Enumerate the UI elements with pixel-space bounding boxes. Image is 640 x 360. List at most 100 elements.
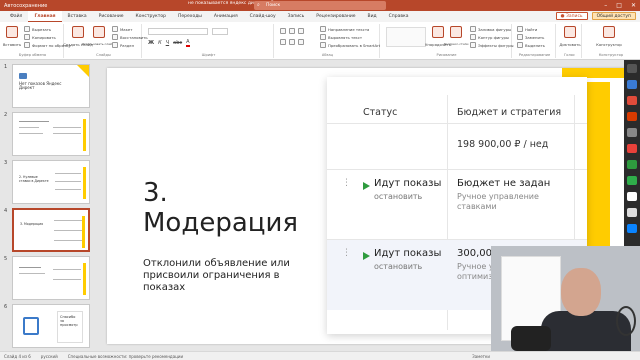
tab-record[interactable]: Запись (282, 11, 311, 22)
tab-animations[interactable]: Анимация (208, 11, 244, 22)
find-button[interactable]: Найти (517, 26, 537, 32)
app-icon[interactable] (627, 128, 637, 137)
slides-group: Создать слайд Использовать слайды Макет … (63, 24, 148, 58)
app-icon[interactable] (627, 80, 637, 89)
reset-icon (112, 34, 118, 40)
text-direction-label: Направление текста (328, 26, 370, 32)
font-group-label: Шрифт (201, 53, 216, 57)
brush-icon (24, 42, 30, 48)
app-icon[interactable] (627, 160, 637, 169)
list-buttons (280, 28, 304, 34)
italic-button[interactable]: К (158, 40, 162, 46)
thumbnail-title: Нет показов Яндекс Директ (19, 81, 62, 90)
app-icon[interactable] (627, 96, 637, 105)
tab-review[interactable]: Рецензирование (310, 11, 361, 22)
heading-text: Модерация (143, 208, 298, 238)
select-icon (517, 42, 523, 48)
search-box[interactable]: ⌕ Поиск (254, 1, 386, 10)
thumbnail-title: Спасибо за просмотр (60, 315, 78, 327)
numbering-icon[interactable] (289, 28, 295, 34)
tab-insert[interactable]: Вставка (62, 11, 93, 22)
shape-fill-button[interactable]: Заливка фигуры (470, 26, 511, 32)
row-menu-icon[interactable]: ⋮ (342, 249, 351, 258)
underline-button[interactable]: Ч (166, 40, 169, 46)
header-divider (327, 123, 587, 124)
strikethrough-button[interactable]: abc (173, 40, 182, 46)
row2-stop-link[interactable]: остановить (374, 192, 422, 202)
tab-draw[interactable]: Рисование (93, 11, 130, 22)
reuse-slides-icon (93, 26, 105, 38)
heading-number: 3. (143, 178, 168, 208)
language-indicator[interactable]: русский (41, 354, 58, 359)
bullets-icon[interactable] (280, 28, 286, 34)
align-buttons (280, 39, 304, 45)
quick-styles-button[interactable]: Экспресс-стили (444, 26, 468, 46)
replace-button[interactable]: Заменить (517, 34, 544, 40)
outline-icon (470, 34, 476, 40)
webcam-overlay (491, 246, 640, 351)
row-menu-icon[interactable]: ⋮ (342, 179, 351, 188)
record-button[interactable]: ● Запись (555, 12, 588, 20)
app-icon[interactable] (627, 224, 637, 233)
designer-button[interactable]: Конструктор (594, 26, 624, 47)
shape-outline-button[interactable]: Контур фигуры (470, 34, 509, 40)
effects-icon (470, 42, 476, 48)
font-size-select[interactable] (212, 28, 228, 35)
replace-icon (517, 34, 523, 40)
slide-heading[interactable]: 3. Модерация (143, 178, 298, 238)
font-group: Ж К Чabc A Шрифт (144, 24, 274, 58)
app-icon[interactable] (627, 144, 637, 153)
section-button[interactable]: Раздел (112, 42, 134, 48)
shapes-gallery[interactable] (386, 27, 426, 47)
row1-budget: 198 900,00 ₽ / нед (457, 139, 549, 150)
tab-slideshow[interactable]: Слайд-шоу (244, 11, 282, 22)
slide-body-text[interactable]: Отклонили объявление или присвоили огран… (143, 258, 303, 294)
font-color-button[interactable]: A (186, 39, 190, 47)
align-center-icon[interactable] (289, 39, 295, 45)
reset-button[interactable]: Восстановить (112, 34, 148, 40)
tab-design[interactable]: Конструктор (130, 11, 172, 22)
app-icon[interactable] (627, 208, 637, 217)
tab-transitions[interactable]: Переходы (172, 11, 208, 22)
layout-button[interactable]: Макет (112, 26, 132, 32)
close-button[interactable]: ✕ (631, 0, 636, 11)
shape-effects-button[interactable]: Эффекты фигуры (470, 42, 514, 48)
cut-button[interactable]: Вырезать (24, 26, 51, 32)
font-family-select[interactable] (148, 28, 208, 35)
tab-home[interactable]: Главная (28, 11, 62, 22)
notes-button[interactable]: Заметки (472, 354, 490, 359)
indent-icon[interactable] (298, 28, 304, 34)
app-icon[interactable] (627, 64, 637, 73)
tab-file[interactable]: Файл (4, 11, 28, 22)
bold-button[interactable]: Ж (148, 40, 154, 46)
smartart-button[interactable]: Преобразовать в SmartArt (320, 42, 380, 48)
slide-number: 6 (4, 304, 8, 310)
dictate-button[interactable]: Диктовать (559, 26, 581, 47)
autosave-label[interactable]: Автосохранение (4, 3, 47, 9)
share-button[interactable]: Общий доступ (591, 12, 636, 20)
app-icon[interactable] (627, 112, 637, 121)
app-icon[interactable] (627, 176, 637, 185)
app-icon[interactable] (627, 192, 637, 201)
yellow-bar (82, 216, 85, 248)
accessibility-status[interactable]: Специальные возможности: проверьте реком… (68, 354, 183, 359)
text-direction-button[interactable]: Направление текста (320, 26, 369, 32)
paste-button[interactable]: Вставить (3, 26, 21, 47)
align-text-button[interactable]: Выровнять текст (320, 34, 362, 40)
title-bar: Автосохранение не показывается яндекс ди… (0, 0, 640, 11)
slide-number: 1 (4, 64, 8, 70)
reuse-slides-button[interactable]: Использовать слайды (82, 26, 116, 46)
maximize-button[interactable]: □ (616, 0, 622, 11)
row3-stop-link[interactable]: остановить (374, 262, 422, 272)
yellow-bar (83, 119, 86, 151)
align-right-icon[interactable] (298, 39, 304, 45)
cut-label: Вырезать (32, 26, 52, 32)
minimize-button[interactable]: – (604, 0, 607, 11)
copy-button[interactable]: Копировать (24, 34, 56, 40)
clipboard-group-label: Буфер обмена (18, 53, 47, 57)
tab-help[interactable]: Справка (383, 11, 415, 22)
align-left-icon[interactable] (280, 39, 286, 45)
select-label: Выделить (525, 42, 545, 48)
select-button[interactable]: Выделить (517, 42, 545, 48)
tab-view[interactable]: Вид (362, 11, 383, 22)
